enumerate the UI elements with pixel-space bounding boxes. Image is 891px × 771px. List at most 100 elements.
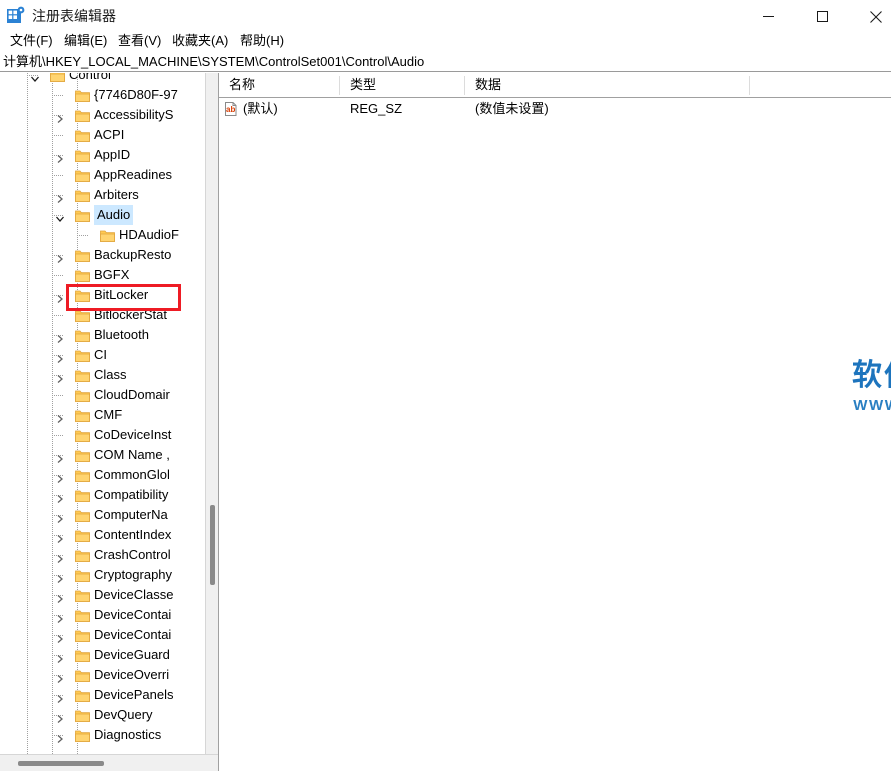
tree-item-label: CommonGlol [94,465,170,485]
tree-item-commonglol[interactable]: CommonGlol [0,465,205,485]
chevron-right-icon[interactable] [55,730,65,740]
tree-item-appreadines[interactable]: AppReadines [0,165,205,185]
menu-item-0[interactable]: 文件(F) [8,30,55,52]
column-header-1[interactable]: 类型 [350,73,376,97]
menu-item-2[interactable]: 查看(V) [116,30,163,52]
tree-item-label: CMF [94,405,122,425]
tree-item-hdaudiof[interactable]: HDAudioF [0,225,205,245]
tree-item-computerna[interactable]: ComputerNa [0,505,205,525]
tree-item-ci[interactable]: CI [0,345,205,365]
tree-connector [52,95,64,96]
tree-item-label: Control [69,73,111,85]
value-name: (默认) [243,98,278,120]
chevron-right-icon[interactable] [55,510,65,520]
chevron-right-icon[interactable] [55,410,65,420]
table-row[interactable]: ab (默认) REG_SZ (数值未设置) [219,98,891,120]
tree-item-cmf[interactable]: CMF [0,405,205,425]
tree-horizontal-scrollbar[interactable] [0,754,218,771]
tree-item-deviceclasse[interactable]: DeviceClasse [0,585,205,605]
tree-item-label: CrashControl [94,545,171,565]
chevron-right-icon[interactable] [55,370,65,380]
maximize-button[interactable] [799,0,845,33]
folder-icon [75,528,90,541]
tree-item-appid[interactable]: AppID [0,145,205,165]
column-divider[interactable] [339,76,340,95]
chevron-down-icon[interactable] [30,73,40,80]
chevron-right-icon[interactable] [55,630,65,640]
chevron-right-icon[interactable] [55,490,65,500]
tree-connector [52,395,64,396]
tree-item-clouddomair[interactable]: CloudDomair [0,385,205,405]
close-button[interactable] [853,0,891,33]
tree-item-crashcontrol[interactable]: CrashControl [0,545,205,565]
folder-icon [75,688,90,701]
tree-item-class[interactable]: Class [0,365,205,385]
tree-item-audio[interactable]: Audio [0,205,205,225]
menu-item-1[interactable]: 编辑(E) [62,30,109,52]
menu-item-4[interactable]: 帮助(H) [238,30,286,52]
address-bar[interactable]: 计算机\HKEY_LOCAL_MACHINE\SYSTEM\ControlSet… [0,52,891,72]
chevron-right-icon[interactable] [55,650,65,660]
folder-icon [75,348,90,361]
tree-item-cryptography[interactable]: Cryptography [0,565,205,585]
chevron-right-icon[interactable] [55,150,65,160]
tree-item-label: COM Name , [94,445,170,465]
tree-item-devicecontai[interactable]: DeviceContai [0,625,205,645]
tree-item-label: BitlockerStat [94,305,167,325]
tree-item-devicepanels[interactable]: DevicePanels [0,685,205,705]
menu-item-3[interactable]: 收藏夹(A) [170,30,230,52]
tree-item-bitlockerstat[interactable]: BitlockerStat [0,305,205,325]
tree-item-label: Cryptography [94,565,172,585]
tree-item-diagnostics[interactable]: Diagnostics [0,725,205,745]
tree-horizontal-scroll-thumb[interactable] [18,761,104,766]
chevron-right-icon[interactable] [55,330,65,340]
column-divider[interactable] [464,76,465,95]
tree-item-bgfx[interactable]: BGFX [0,265,205,285]
column-header-0[interactable]: 名称 [229,73,255,97]
column-divider[interactable] [749,76,750,95]
tree-item-compatibility[interactable]: Compatibility [0,485,205,505]
title-bar: 注册表编辑器 [0,0,891,33]
tree-item-label: ComputerNa [94,505,168,525]
tree-item-arbiters[interactable]: Arbiters [0,185,205,205]
chevron-right-icon[interactable] [55,530,65,540]
chevron-right-icon[interactable] [55,710,65,720]
tree-item-backupresto[interactable]: BackupResto [0,245,205,265]
chevron-right-icon[interactable] [55,190,65,200]
tree-item-deviceguard[interactable]: DeviceGuard [0,645,205,665]
tree-item-control[interactable]: Control [0,73,205,85]
tree-viewport[interactable]: Control{7746D80F-97AccessibilitySACPIApp… [0,73,205,754]
tree-item-label: DeviceContai [94,605,171,625]
minimize-button[interactable] [745,0,791,33]
column-header-2[interactable]: 数据 [475,73,501,97]
chevron-right-icon[interactable] [55,570,65,580]
tree-item-codeviceinst[interactable]: CoDeviceInst [0,425,205,445]
tree-item-acpi[interactable]: ACPI [0,125,205,145]
chevron-right-icon[interactable] [55,250,65,260]
tree-item-devquery[interactable]: DevQuery [0,705,205,725]
tree-item-contentindex[interactable]: ContentIndex [0,525,205,545]
tree-vertical-scrollbar[interactable] [205,73,218,754]
chevron-right-icon[interactable] [55,110,65,120]
tree-item-bitlocker[interactable]: BitLocker [0,285,205,305]
chevron-right-icon[interactable] [55,290,65,300]
tree-item-accessibilitys[interactable]: AccessibilityS [0,105,205,125]
chevron-right-icon[interactable] [55,590,65,600]
chevron-down-icon[interactable] [55,210,65,220]
tree-item-7746d80f97[interactable]: {7746D80F-97 [0,85,205,105]
chevron-right-icon[interactable] [55,350,65,360]
chevron-right-icon[interactable] [55,450,65,460]
chevron-right-icon[interactable] [55,550,65,560]
tree-item-comname[interactable]: COM Name , [0,445,205,465]
chevron-right-icon[interactable] [55,670,65,680]
tree-vertical-scroll-thumb[interactable] [210,505,215,585]
chevron-right-icon[interactable] [55,470,65,480]
registry-tree-pane: Control{7746D80F-97AccessibilitySACPIApp… [0,73,219,771]
chevron-right-icon[interactable] [55,610,65,620]
tree-item-devicecontai[interactable]: DeviceContai [0,605,205,625]
chevron-right-icon[interactable] [55,690,65,700]
tree-item-label: HDAudioF [119,225,179,245]
tree-item-label: Audio [94,205,133,225]
tree-item-deviceoverri[interactable]: DeviceOverri [0,665,205,685]
tree-item-bluetooth[interactable]: Bluetooth [0,325,205,345]
